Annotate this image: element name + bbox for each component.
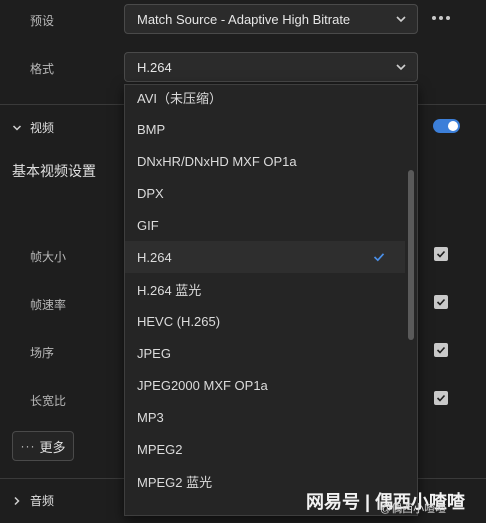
watermark-handle: @偶西小喳喳: [380, 503, 447, 515]
format-option[interactable]: BMP: [125, 113, 405, 145]
more-button-label: 更多: [39, 439, 66, 455]
frame-size-label: 帧大小: [30, 250, 67, 264]
more-options-icon[interactable]: [432, 10, 456, 26]
format-option[interactable]: HEVC (H.265): [125, 305, 405, 337]
check-icon: [436, 250, 446, 258]
format-option[interactable]: MPEG2: [125, 433, 405, 465]
video-enable-toggle[interactable]: [433, 119, 460, 133]
format-option[interactable]: H.264 蓝光: [125, 273, 405, 305]
video-section-header[interactable]: 视频: [12, 119, 54, 136]
format-dropdown-list[interactable]: AVI（未压缩） BMP DNxHR/DNxHD MXF OP1a DPX GI…: [124, 84, 418, 516]
check-icon: [436, 346, 446, 354]
format-option[interactable]: DPX: [125, 177, 405, 209]
field-order-label: 场序: [30, 346, 55, 360]
aspect-ratio-label: 长宽比: [30, 394, 67, 408]
export-settings-panel: 预设 Match Source - Adaptive High Bitrate …: [0, 0, 486, 523]
audio-section-header[interactable]: 音频: [12, 492, 54, 509]
toggle-knob: [448, 121, 458, 131]
preset-value: Match Source - Adaptive High Bitrate: [137, 11, 351, 27]
frame-rate-label: 帧速率: [30, 298, 67, 312]
format-value: H.264: [137, 59, 172, 75]
format-option[interactable]: JPEG2000 MXF OP1a: [125, 369, 405, 401]
dropdown-scrollbar[interactable]: [408, 170, 414, 340]
basic-video-settings-title: 基本视频设置: [12, 163, 96, 179]
chevron-down-icon: [12, 124, 22, 131]
ellipsis-icon: ···: [20, 439, 36, 453]
preset-select[interactable]: Match Source - Adaptive High Bitrate: [124, 4, 418, 34]
format-option[interactable]: MP3: [125, 401, 405, 433]
chevron-right-icon: [14, 496, 20, 505]
format-option[interactable]: DNxHR/DNxHD MXF OP1a: [125, 145, 405, 177]
format-option-selected[interactable]: H.264: [125, 241, 405, 273]
frame-size-checkbox[interactable]: [434, 247, 448, 261]
audio-section-label: 音频: [30, 494, 55, 508]
format-option[interactable]: AVI（未压缩）: [125, 85, 405, 113]
more-button[interactable]: ··· 更多: [12, 431, 74, 461]
video-section-label: 视频: [30, 121, 55, 135]
chevron-down-icon: [396, 16, 406, 23]
preset-label: 预设: [30, 14, 55, 28]
format-label: 格式: [30, 62, 55, 76]
check-icon: [436, 394, 446, 402]
aspect-ratio-checkbox[interactable]: [434, 391, 448, 405]
frame-rate-checkbox[interactable]: [434, 295, 448, 309]
format-select[interactable]: H.264: [124, 52, 418, 82]
checkmark-icon: [373, 253, 385, 262]
format-option[interactable]: GIF: [125, 209, 405, 241]
field-order-checkbox[interactable]: [434, 343, 448, 357]
format-option[interactable]: JPEG: [125, 337, 405, 369]
check-icon: [436, 298, 446, 306]
chevron-down-icon: [396, 64, 406, 71]
